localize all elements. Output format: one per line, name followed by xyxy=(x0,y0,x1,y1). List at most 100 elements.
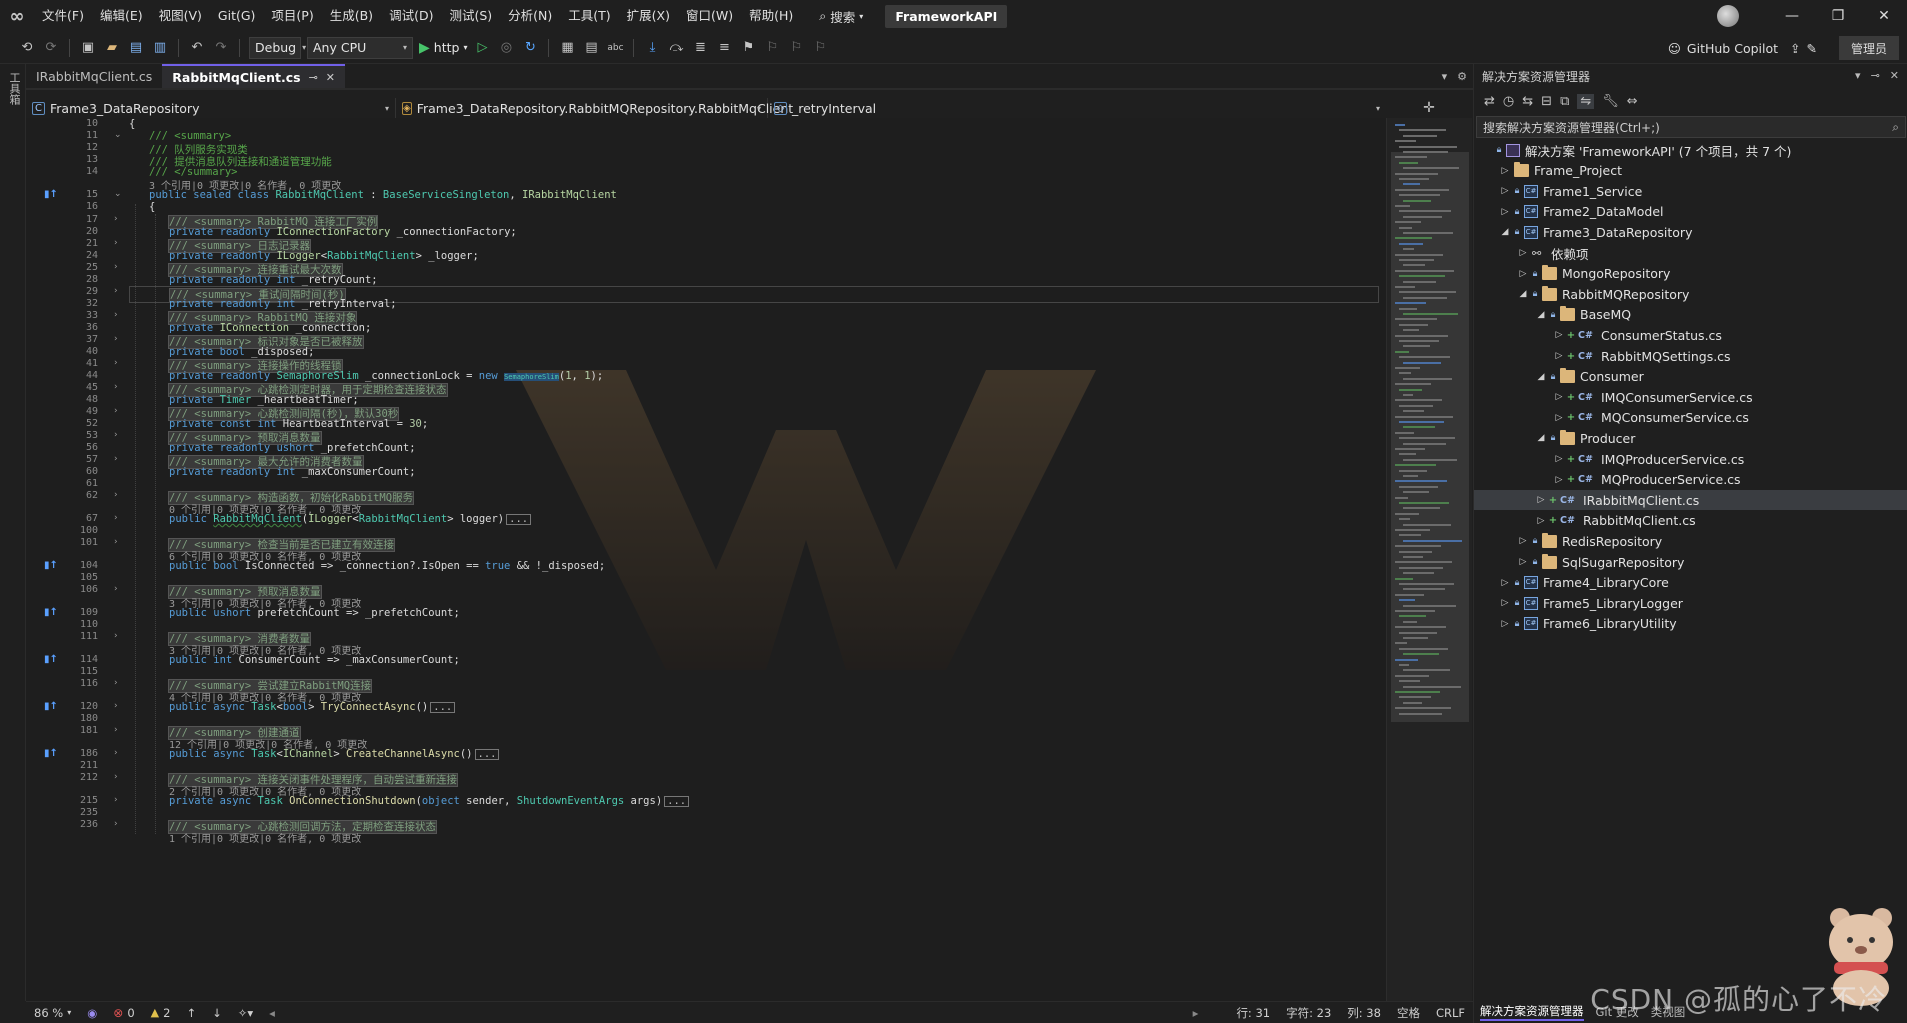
code-line[interactable]: { xyxy=(129,118,135,130)
start-debugging-button[interactable]: ▶ http ▾ xyxy=(419,40,467,56)
feedback-icon[interactable]: ✎ xyxy=(1807,41,1817,56)
scroll-left-icon[interactable]: ◂ xyxy=(261,1006,283,1020)
code-line[interactable]: public bool IsConnected => _connection?.… xyxy=(169,560,605,572)
forward-icon[interactable]: ⟳ xyxy=(42,39,60,57)
tree-item[interactable]: ▷ + C# MQProducerService.cs xyxy=(1474,470,1907,490)
code-line[interactable]: private readonly ILogger<RabbitMqClient>… xyxy=(169,250,479,262)
expand-region-icon[interactable]: › xyxy=(114,513,118,523)
menu-item[interactable]: 调试(D) xyxy=(381,0,441,32)
redo-icon[interactable]: ↷ xyxy=(212,39,230,57)
preview-icon[interactable]: ⇔ xyxy=(1627,94,1638,109)
spell-check-icon[interactable]: abc xyxy=(606,39,624,57)
sync-icon[interactable]: ⇆ xyxy=(1522,94,1533,109)
expand-region-icon[interactable]: › xyxy=(114,310,118,320)
code-line[interactable]: private readonly SemaphoreSlim _connecti… xyxy=(169,370,603,382)
code-line[interactable]: private readonly int _retryCount; xyxy=(169,274,378,286)
errors-indicator[interactable]: ⊗ 0 xyxy=(105,1006,142,1020)
save-icon[interactable]: ▤ xyxy=(127,39,145,57)
scroll-right-icon[interactable]: ▸ xyxy=(1185,1005,1207,1021)
pin-icon[interactable]: ⊸ xyxy=(1871,69,1880,82)
collapsed-arrow-icon[interactable]: ▷ xyxy=(1498,207,1512,217)
bookmark-icon[interactable]: ⚑ xyxy=(739,39,757,57)
browser-link-icon[interactable]: ▦ xyxy=(558,39,576,57)
switch-views-icon[interactable]: ⇄ xyxy=(1484,94,1495,109)
close-window-button[interactable]: ✕ xyxy=(1861,8,1907,24)
code-line[interactable]: public async Task<IChannel> CreateChanne… xyxy=(169,748,500,760)
share-icon[interactable]: ⇪ xyxy=(1790,41,1800,56)
step-into-icon[interactable]: ⤓ xyxy=(643,39,661,57)
expand-region-icon[interactable]: › xyxy=(114,772,118,782)
expand-region-icon[interactable]: › xyxy=(114,238,118,248)
github-copilot-button[interactable]: ☺ GitHub Copilot ⇪ ✎ xyxy=(1668,32,1817,64)
configuration-select[interactable]: Debug ▾ xyxy=(249,36,306,59)
implementation-marker-icon[interactable]: ▮↑ xyxy=(44,607,58,618)
tree-item[interactable]: ▷ 🔒︎ C# Frame1_Service xyxy=(1474,181,1907,201)
line-ending-indicator[interactable]: CRLF xyxy=(1428,1005,1473,1021)
history-icon[interactable]: ◷ xyxy=(1503,94,1514,109)
warnings-indicator[interactable]: ▲ 2 xyxy=(143,1006,179,1020)
tree-item[interactable]: ◢ 🔒︎ Consumer xyxy=(1474,367,1907,387)
undo-icon[interactable]: ↶ xyxy=(188,39,206,57)
collapsed-arrow-icon[interactable]: ▷ xyxy=(1498,598,1512,608)
filter-icon[interactable]: ⇋ xyxy=(1577,93,1595,109)
hot-reload-icon[interactable]: ↻ xyxy=(521,39,539,57)
code-line[interactable]: private const int HeartbeatInterval = 30… xyxy=(169,418,428,430)
comment-icon[interactable]: ≣ xyxy=(691,39,709,57)
uncomment-icon[interactable]: ≡ xyxy=(715,39,733,57)
menu-item[interactable]: 测试(S) xyxy=(441,0,500,32)
show-all-files-icon[interactable]: ⧉ xyxy=(1560,94,1569,109)
implementation-marker-icon[interactable]: ▮↑ xyxy=(44,189,58,200)
expand-region-icon[interactable]: › xyxy=(114,584,118,594)
code-line[interactable]: public async Task<bool> TryConnectAsync(… xyxy=(169,701,456,713)
tree-item[interactable]: ▷ + C# MQConsumerService.cs xyxy=(1474,408,1907,428)
code-minimap[interactable] xyxy=(1386,118,1472,1004)
code-line[interactable]: /// <summary> xyxy=(149,130,231,142)
collapsed-arrow-icon[interactable]: ▷ xyxy=(1534,495,1548,505)
collapsed-arrow-icon[interactable]: ▷ xyxy=(1552,330,1566,340)
expand-region-icon[interactable]: › xyxy=(114,748,118,758)
step-over-icon[interactable]: ⤼ xyxy=(667,39,685,57)
tree-item[interactable]: ▷ 🔒︎ C# Frame2_DataModel xyxy=(1474,202,1907,222)
expanded-arrow-icon[interactable]: ◢ xyxy=(1498,227,1512,237)
expand-region-icon[interactable]: › xyxy=(114,262,118,272)
chevron-down-icon[interactable]: ▾ xyxy=(1442,70,1448,83)
tree-item[interactable]: ▷ + C# IMQConsumerService.cs xyxy=(1474,387,1907,407)
code-line[interactable]: private IConnection _connection; xyxy=(169,322,371,334)
expand-region-icon[interactable]: › xyxy=(114,537,118,547)
whitespace-indicator[interactable]: 空格 xyxy=(1389,1005,1428,1021)
toolbox-tab[interactable]: 工具箱 xyxy=(6,72,22,105)
visual-studio-logo-icon[interactable]: ∞ xyxy=(0,0,34,32)
tree-item[interactable]: ▷ + C# ConsumerStatus.cs xyxy=(1474,325,1907,345)
menu-item[interactable]: 视图(V) xyxy=(151,0,210,32)
tree-item[interactable]: ▷ + C# IMQProducerService.cs xyxy=(1474,449,1907,469)
code-line[interactable]: private readonly IConnectionFactory _con… xyxy=(169,226,517,238)
split-window-icon[interactable]: ✛ xyxy=(1386,98,1472,118)
collapsed-arrow-icon[interactable]: ▷ xyxy=(1552,392,1566,402)
menu-item[interactable]: 扩展(X) xyxy=(619,0,678,32)
tree-item[interactable]: ▷ + C# RabbitMQSettings.cs xyxy=(1474,346,1907,366)
expanded-arrow-icon[interactable]: ◢ xyxy=(1516,289,1530,299)
tree-item[interactable]: ▷ 🔒︎ MongoRepository xyxy=(1474,264,1907,284)
tree-item[interactable]: ▷ 🔒︎ SqlSugarRepository xyxy=(1474,552,1907,572)
tree-item[interactable]: ▷ ⚯ 依赖项 xyxy=(1474,243,1907,263)
collapsed-arrow-icon[interactable]: ▷ xyxy=(1552,413,1566,423)
member-dropdown[interactable]: ◇ _retryInterval ▾ xyxy=(768,98,1386,118)
code-line[interactable]: public ushort prefetchCount => _prefetch… xyxy=(169,607,460,619)
menu-item[interactable]: Git(G) xyxy=(210,0,264,32)
prev-bookmark-icon[interactable]: ⚐ xyxy=(763,39,781,57)
implementation-marker-icon[interactable]: ▮↑ xyxy=(44,560,58,571)
expanded-arrow-icon[interactable]: ◢ xyxy=(1534,372,1548,382)
menu-item[interactable]: 分析(N) xyxy=(500,0,560,32)
type-dropdown[interactable]: ◈ Frame3_DataRepository.RabbitMQReposito… xyxy=(396,98,793,118)
expand-region-icon[interactable]: › xyxy=(114,490,118,500)
menu-item[interactable]: 文件(F) xyxy=(34,0,92,32)
code-line[interactable]: public sealed class RabbitMqClient : Bas… xyxy=(149,189,617,201)
tree-item[interactable]: ▷ 🔒︎ C# Frame6_LibraryUtility xyxy=(1474,614,1907,634)
menu-item[interactable]: 生成(B) xyxy=(322,0,381,32)
expand-region-icon[interactable]: › xyxy=(114,725,118,735)
collapse-region-icon[interactable]: ⌄ xyxy=(114,189,122,199)
restore-button[interactable]: ❐ xyxy=(1815,8,1861,24)
zoom-select[interactable]: 86 % ▾ xyxy=(26,1006,79,1020)
expand-region-icon[interactable]: › xyxy=(114,286,118,296)
expand-region-icon[interactable]: › xyxy=(114,358,118,368)
